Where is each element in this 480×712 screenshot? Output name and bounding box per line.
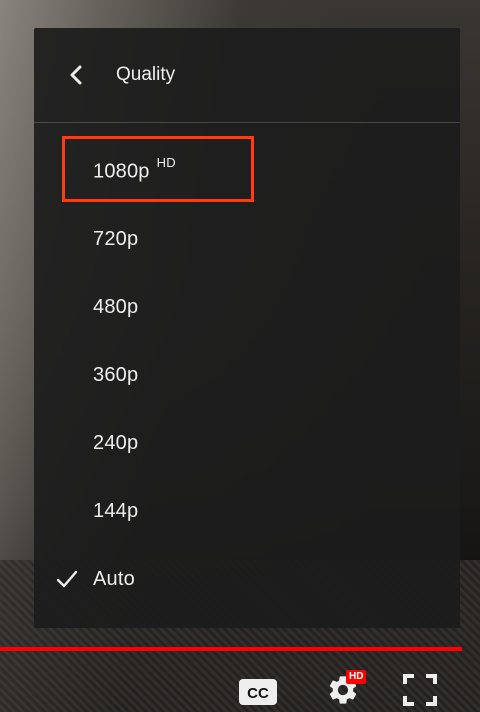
fullscreen-icon [403,674,437,706]
quality-option-label: 144p [93,499,139,522]
quality-option-144p[interactable]: 144p [34,477,460,545]
menu-header: Quality [34,28,460,123]
quality-option-label: Auto [93,567,135,590]
quality-option-360p[interactable]: 360p [34,341,460,409]
quality-option-label: 360p [93,363,139,386]
hd-badge: HD [346,670,367,684]
quality-option-label: 240p [93,431,139,454]
quality-option-label: 480p [93,295,139,318]
quality-option-720p[interactable]: 720p [34,205,460,273]
settings-button[interactable]: HD [318,670,368,710]
checkmark-icon [56,570,78,588]
player-controls: CC HD [0,660,480,712]
back-button[interactable] [56,55,96,95]
hd-superscript: HD [156,155,176,171]
quality-menu: Quality 1080p HD 720p 480p 360p 240p 144… [34,28,460,628]
captions-button[interactable]: CC [237,677,279,707]
quality-options: 1080p HD 720p 480p 360p 240p 144p Auto [34,136,460,613]
quality-option-480p[interactable]: 480p [34,273,460,341]
quality-option-auto[interactable]: Auto [34,545,460,613]
quality-option-label: 720p [93,227,139,250]
video-player[interactable]: Quality 1080p HD 720p 480p 360p 240p 144… [0,0,480,712]
menu-title: Quality [116,64,176,85]
chevron-left-icon [70,65,82,85]
quality-option-1080p[interactable]: 1080p HD [34,136,460,205]
svg-text:CC: CC [247,685,269,702]
fullscreen-button[interactable] [398,672,442,708]
quality-option-240p[interactable]: 240p [34,409,460,477]
progress-bar[interactable] [0,647,462,651]
closed-captions-icon: CC [239,679,277,705]
